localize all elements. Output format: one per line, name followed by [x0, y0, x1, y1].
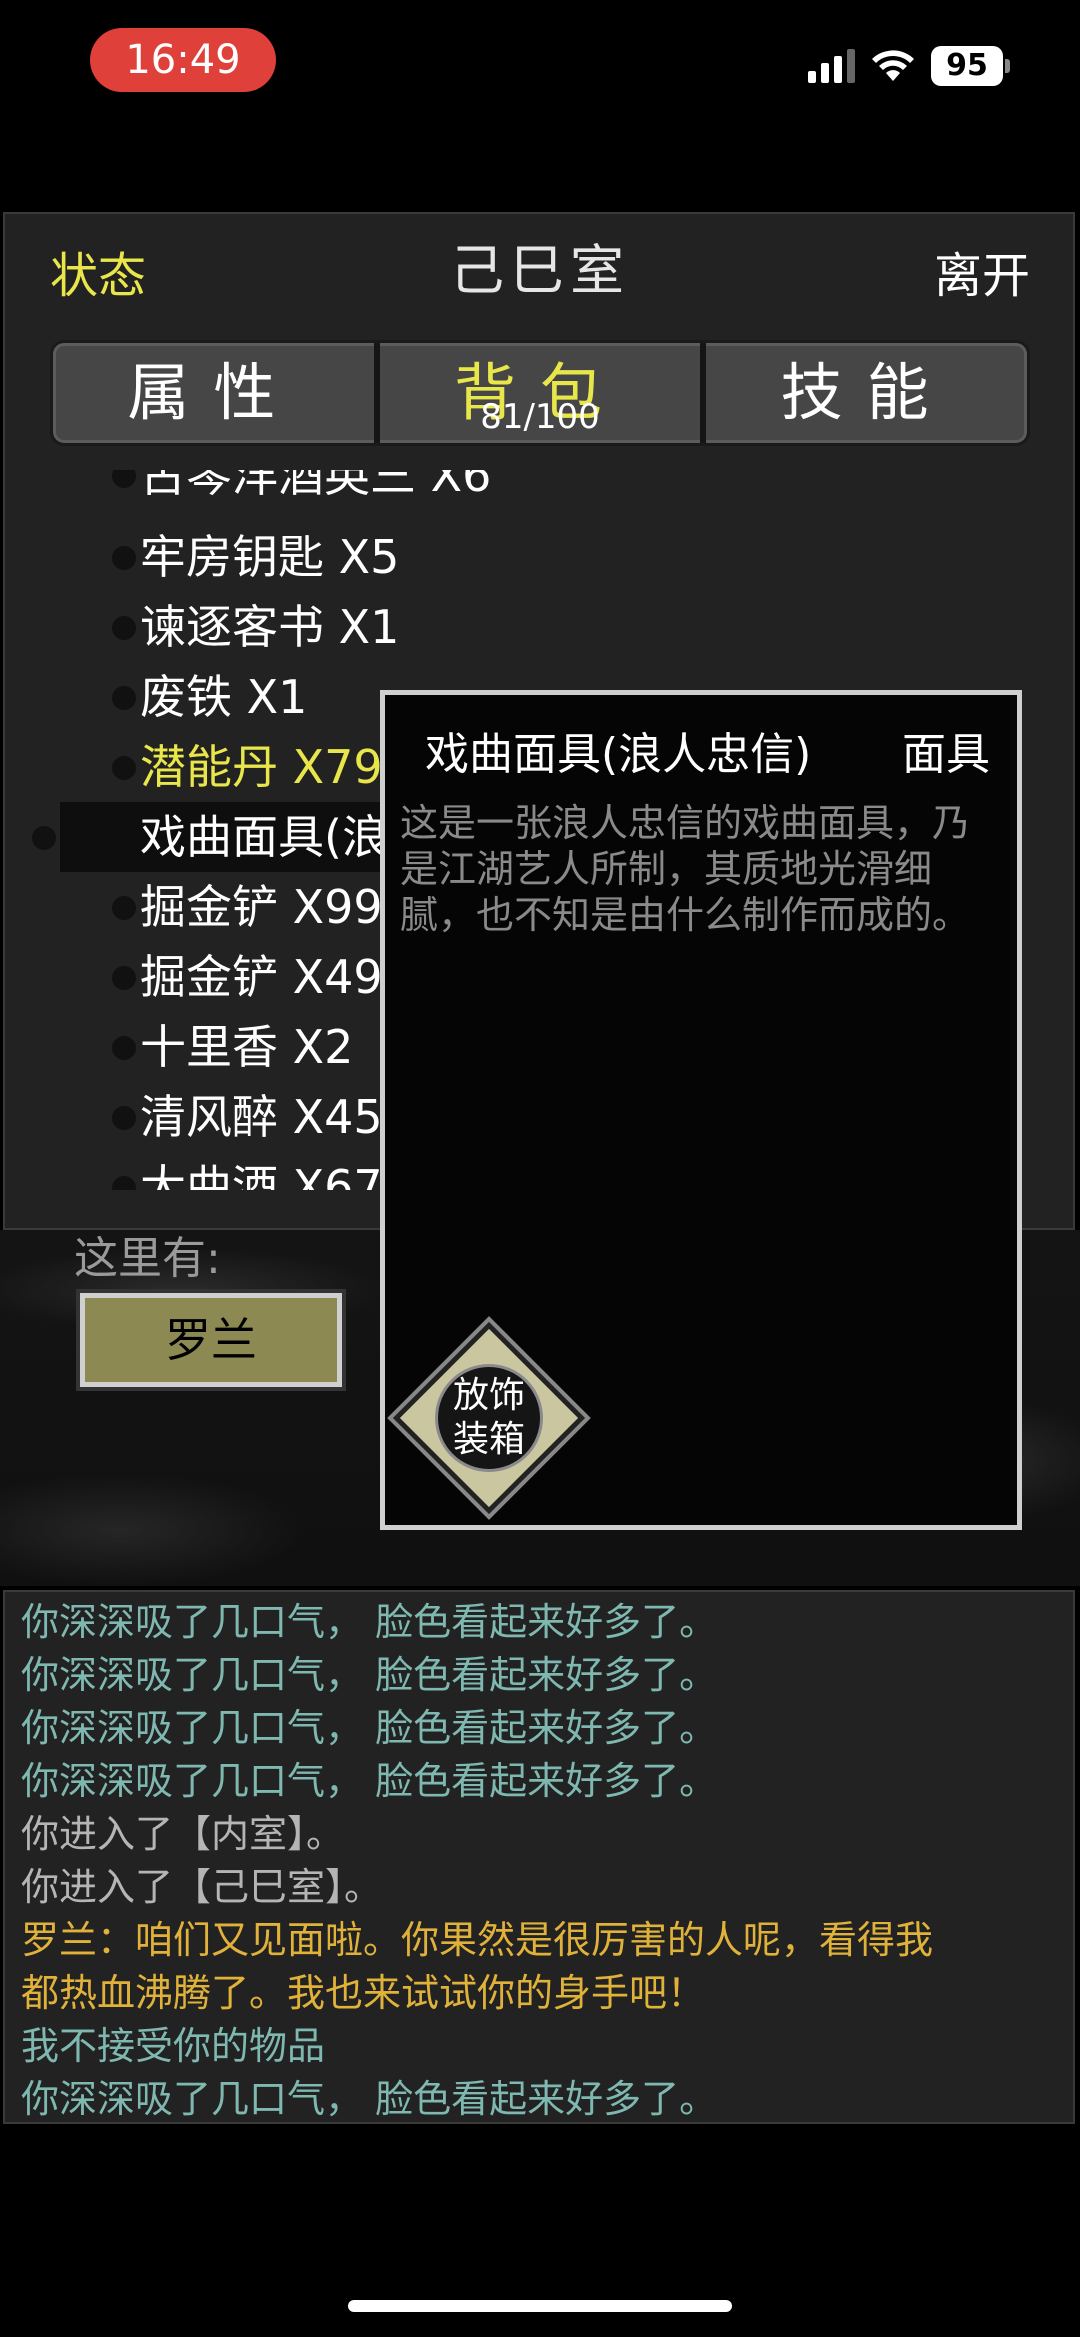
- log-line: 你深深吸了几口气， 脸色看起来好多了。: [21, 1600, 718, 1644]
- tab-attributes[interactable]: 属性: [53, 343, 374, 443]
- status-icons: 95: [808, 42, 1010, 90]
- tab-attributes-label: 属性: [127, 356, 300, 429]
- npc-button[interactable]: 罗兰: [80, 1293, 342, 1387]
- inventory-item[interactable]: 清风醉 X45: [112, 1082, 383, 1152]
- message-log[interactable]: 你深深吸了几口气， 脸色看起来好多了。 你深深吸了几口气， 脸色看起来好多了。 …: [3, 1590, 1075, 2124]
- equip-button[interactable]: 放饰 装箱: [392, 1321, 586, 1515]
- battery-icon: 95: [931, 46, 1003, 86]
- log-line: 都热血沸腾了。我也来试试你的身手吧！: [21, 1971, 706, 2015]
- wifi-icon: [872, 50, 914, 81]
- here-label: 这里有:: [74, 1233, 221, 1284]
- log-line: 罗兰：咱们又见面啦。你果然是很厉害的人呢，看得我: [21, 1918, 934, 1962]
- inventory-item[interactable]: 掘金铲 X49: [112, 942, 383, 1012]
- item-name: 戏曲面具(浪人忠信): [425, 729, 812, 780]
- home-indicator[interactable]: [348, 2300, 732, 2312]
- log-line: 你深深吸了几口气， 脸色看起来好多了。: [21, 1759, 718, 1803]
- tab-bar: 属性 背包 81/100 技能: [50, 340, 1030, 446]
- inventory-item[interactable]: 古琴洋酒英三 X6: [111, 470, 491, 510]
- battery-cap: [1005, 59, 1010, 73]
- tab-skills-label: 技能: [780, 356, 953, 429]
- log-line: 你深深吸了几口气， 脸色看起来好多了。: [21, 1653, 718, 1697]
- leave-button[interactable]: 离开: [934, 236, 1030, 306]
- status-time: 16:49: [90, 28, 276, 92]
- inventory-item[interactable]: 废铁 X1: [111, 662, 307, 732]
- equip-button-label: 放饰 装箱: [435, 1374, 543, 1462]
- cellular-signal-icon: [808, 49, 855, 83]
- inventory-item[interactable]: 谏逐客书 X1: [111, 592, 399, 662]
- item-description: 这是一张浪人忠信的戏曲面具，乃是江湖艺人所制，其质地光滑细腻，也不知是由什么制作…: [400, 801, 971, 937]
- room-title: 己巳室: [450, 239, 630, 302]
- log-line: 你深深吸了几口气， 脸色看起来好多了。: [21, 2077, 718, 2121]
- backpack-capacity: 81/100: [480, 397, 600, 437]
- equip-label-line2: 装箱: [452, 1419, 525, 1460]
- item-type: 面具: [902, 729, 990, 780]
- tab-backpack[interactable]: 背包 81/100: [373, 343, 701, 443]
- inventory-item[interactable]: 十里香 X2: [111, 1012, 353, 1082]
- equip-label-line1: 放饰: [452, 1375, 525, 1416]
- log-line: 你深深吸了几口气， 脸色看起来好多了。: [21, 1706, 718, 1750]
- log-line: 你进入了【内室】。: [21, 1812, 345, 1856]
- inventory-item[interactable]: 大曲酒 X67: [112, 1152, 383, 1190]
- inventory-item[interactable]: 牢房钥匙 X5: [111, 522, 399, 592]
- inventory-item[interactable]: 掘金铲 X99: [112, 872, 383, 942]
- log-line: 你进入了【己巳室】。: [21, 1865, 383, 1909]
- tab-skills[interactable]: 技能: [700, 343, 1027, 443]
- log-line: 我不接受你的物品: [21, 2024, 326, 2068]
- inventory-item[interactable]: 潜能丹 X79: [112, 732, 383, 802]
